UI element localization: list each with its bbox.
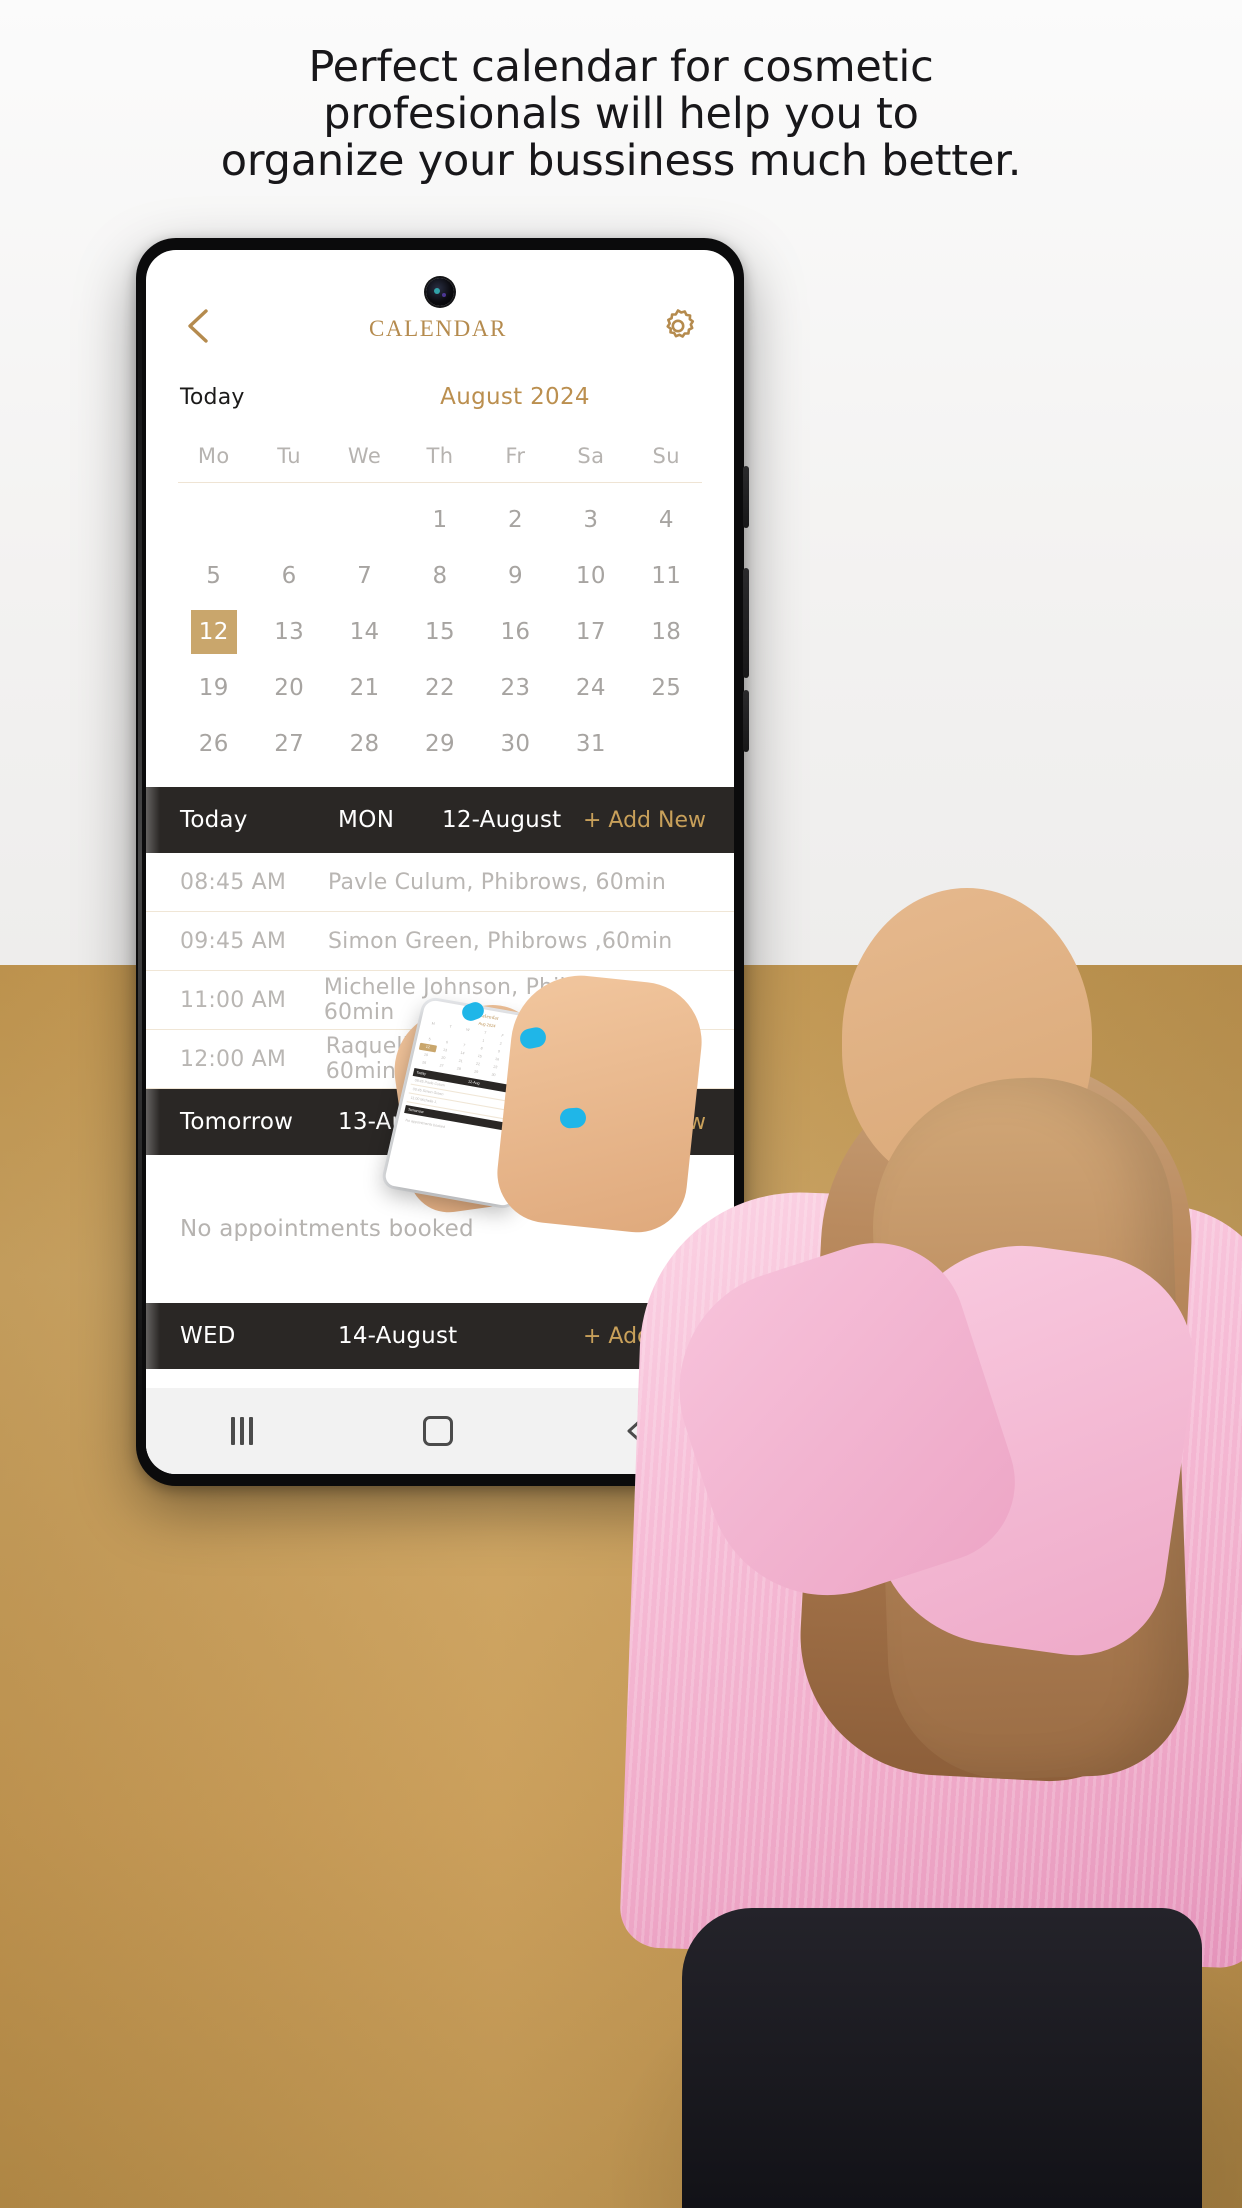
calendar-week-row: 5 6 7 8 9 10 11 bbox=[176, 551, 704, 601]
app-header: Calendar bbox=[146, 250, 734, 366]
empty-appointments-note: No appointments booked bbox=[146, 1155, 734, 1303]
calendar-day[interactable]: 19 bbox=[176, 663, 251, 713]
calendar-grid: Mo Tu We Th Fr Sa Su 1 2 3 4 5 6 7 8 9 1… bbox=[146, 430, 734, 769]
calendar-day[interactable]: 17 bbox=[553, 607, 628, 657]
agenda-day-date: 14-August bbox=[338, 1323, 458, 1349]
calendar-day[interactable]: 21 bbox=[327, 663, 402, 713]
calendar-day[interactable]: 11 bbox=[629, 551, 704, 601]
calendar-day[interactable]: 27 bbox=[251, 719, 326, 769]
appointment-time: 08:45 AM bbox=[180, 869, 287, 895]
home-icon[interactable] bbox=[423, 1416, 453, 1446]
appointment-description: Raquelle Shmell, Phibrows, 60min bbox=[325, 1034, 629, 1084]
month-navigation-row: Today August 2024 bbox=[146, 366, 734, 430]
device-side-button-power[interactable] bbox=[743, 690, 749, 752]
device-side-button-volume-up[interactable] bbox=[743, 466, 749, 528]
calendar-day[interactable]: 1 bbox=[402, 495, 477, 545]
agenda-list: Today MON 12-August + Add New 08:45 AM P… bbox=[146, 787, 734, 1474]
calendar-day[interactable]: 3 bbox=[553, 495, 628, 545]
weekday-fr: Fr bbox=[505, 444, 526, 468]
agenda-day-date: 12-August bbox=[442, 807, 562, 833]
calendar-week-row: 19 20 21 22 23 24 25 bbox=[176, 663, 704, 713]
weekday-th: Th bbox=[426, 444, 454, 468]
calendar-day[interactable]: 8 bbox=[402, 551, 477, 601]
recent-apps-icon[interactable] bbox=[231, 1417, 253, 1445]
calendar-week-row: 12 13 14 15 16 17 18 bbox=[176, 607, 704, 657]
calendar-day bbox=[629, 719, 704, 769]
page-title: Calendar bbox=[368, 307, 508, 344]
headline-line-2: profesionals will help you to bbox=[323, 89, 919, 139]
front-camera-punch-hole bbox=[426, 278, 454, 306]
weekday-tu: Tu bbox=[277, 444, 301, 468]
weekday-header-row: Mo Tu We Th Fr Sa Su bbox=[176, 444, 704, 482]
agenda-day-date: 13-August bbox=[338, 1109, 458, 1135]
calendar-day[interactable]: 24 bbox=[553, 663, 628, 713]
agenda-day-header-today: Today MON 12-August + Add New bbox=[146, 787, 734, 853]
add-new-button[interactable]: + Add New bbox=[583, 808, 706, 833]
weekday-mo: Mo bbox=[197, 444, 230, 468]
appointment-row[interactable]: 08:45 AM Pavle Culum, Phibrows, 60min bbox=[146, 853, 734, 912]
weekday-su: Su bbox=[652, 444, 680, 468]
device-side-button-volume-down[interactable] bbox=[743, 568, 749, 678]
calendar-day[interactable]: 20 bbox=[251, 663, 326, 713]
appointment-row[interactable]: 11:00 AM Michelle Johnson, Phibrows, 60m… bbox=[146, 971, 734, 1030]
calendar-day bbox=[176, 495, 251, 545]
appointment-row[interactable]: 09:45 AM Simon Green, Phibrows ,60min bbox=[146, 912, 734, 971]
weekday-divider bbox=[178, 482, 702, 483]
agenda-day-dow: MON bbox=[338, 807, 395, 833]
calendar-day[interactable]: 16 bbox=[478, 607, 553, 657]
appointment-time: 09:45 AM bbox=[180, 928, 287, 954]
weekday-we: We bbox=[347, 444, 382, 468]
appointment-list-today: 08:45 AM Pavle Culum, Phibrows, 60min 09… bbox=[146, 853, 734, 1089]
appointment-description: Simon Green, Phibrows ,60min bbox=[328, 928, 673, 954]
calendar-day[interactable]: 13 bbox=[251, 607, 326, 657]
headline-line-3: organize your bussiness much better. bbox=[220, 136, 1022, 186]
calendar-day[interactable]: 25 bbox=[629, 663, 704, 713]
android-navigation-bar bbox=[146, 1388, 734, 1474]
agenda-day-label: WED bbox=[180, 1323, 236, 1349]
phone-screen: Calendar Today August 2024 Mo Tu We T bbox=[146, 250, 734, 1474]
calendar-day[interactable]: 2 bbox=[478, 495, 553, 545]
current-month-label[interactable]: August 2024 bbox=[330, 384, 700, 410]
calendar-day[interactable]: 30 bbox=[478, 719, 553, 769]
agenda-day-header-tomorrow: Tomorrow 13-August + Add New bbox=[146, 1089, 734, 1155]
calendar-day bbox=[251, 495, 326, 545]
headline-line-1: Perfect calendar for cosmetic bbox=[308, 42, 934, 92]
calendar-day[interactable]: 4 bbox=[629, 495, 704, 545]
agenda-day-label: Tomorrow bbox=[180, 1109, 294, 1135]
calendar-day[interactable]: 29 bbox=[402, 719, 477, 769]
gear-icon[interactable] bbox=[656, 304, 700, 348]
appointment-row[interactable]: 12:00 AM Raquelle Shmell, Phibrows, 60mi… bbox=[146, 1030, 734, 1089]
phone-device-mockup: Calendar Today August 2024 Mo Tu We T bbox=[136, 238, 749, 1486]
calendar-day[interactable]: 31 bbox=[553, 719, 628, 769]
calendar-day-selected[interactable]: 12 bbox=[176, 607, 251, 657]
calendar-week-row: 26 27 28 29 30 31 bbox=[176, 719, 704, 769]
calendar-day[interactable]: 9 bbox=[478, 551, 553, 601]
calendar-day[interactable]: 18 bbox=[629, 607, 704, 657]
calendar-day[interactable]: 28 bbox=[327, 719, 402, 769]
weekday-sa: Sa bbox=[577, 444, 605, 468]
add-new-button[interactable]: + Add New bbox=[583, 1324, 706, 1349]
calendar-day[interactable]: 10 bbox=[553, 551, 628, 601]
appointment-time: 12:00 AM bbox=[180, 1046, 287, 1072]
promo-headline: Perfect calendar for cosmetic profesiona… bbox=[0, 44, 1242, 185]
calendar-day[interactable]: 15 bbox=[402, 607, 477, 657]
calendar-day[interactable]: 22 bbox=[402, 663, 477, 713]
agenda-day-header-wed: WED 14-August + Add New bbox=[146, 1303, 734, 1369]
calendar-day[interactable]: 7 bbox=[327, 551, 402, 601]
appointment-description: Michelle Johnson, Phibrows, 60min bbox=[323, 975, 634, 1025]
calendar-day bbox=[327, 495, 402, 545]
add-new-button[interactable]: + Add New bbox=[583, 1110, 706, 1135]
calendar-week-row: 1 2 3 4 bbox=[176, 495, 704, 545]
calendar-day[interactable]: 6 bbox=[251, 551, 326, 601]
appointment-time: 11:00 AM bbox=[180, 987, 287, 1013]
nav-back-icon[interactable] bbox=[623, 1418, 649, 1444]
calendar-day[interactable]: 5 bbox=[176, 551, 251, 601]
agenda-day-label: Today bbox=[180, 807, 248, 833]
appointment-description: Pavle Culum, Phibrows, 60min bbox=[328, 869, 667, 895]
calendar-day[interactable]: 14 bbox=[327, 607, 402, 657]
chevron-left-icon[interactable] bbox=[180, 303, 220, 349]
calendar-day[interactable]: 26 bbox=[176, 719, 251, 769]
calendar-day[interactable]: 23 bbox=[478, 663, 553, 713]
